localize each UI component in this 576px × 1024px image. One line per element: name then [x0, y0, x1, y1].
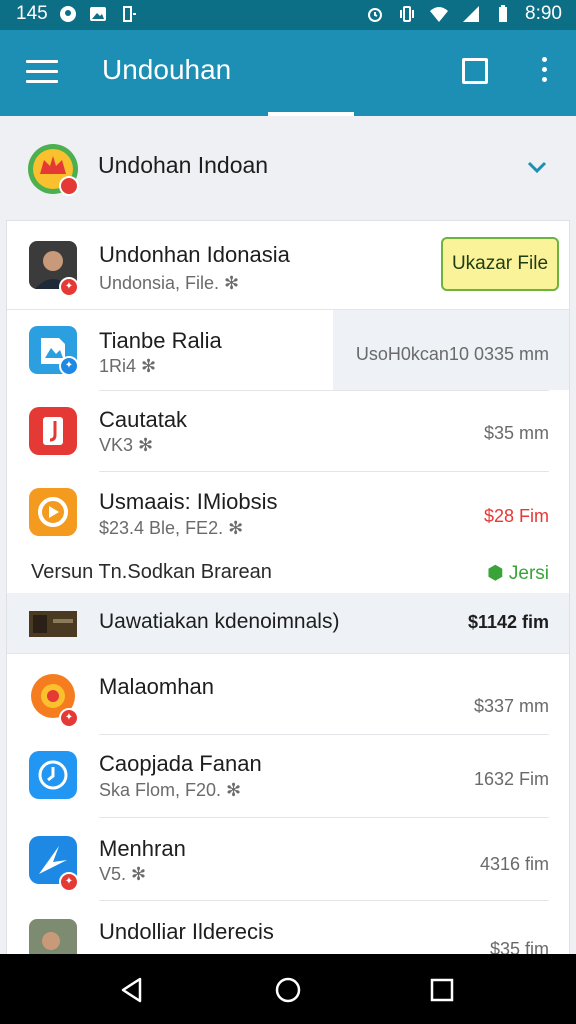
more-vert-icon[interactable]: [540, 57, 548, 87]
recents-icon[interactable]: [428, 976, 456, 1004]
list-item[interactable]: ✦ Menhran V5. ✻ 4316 fim: [7, 818, 569, 900]
version-text: Versun Tn.Sodkan Brarean: [31, 561, 272, 583]
upload-file-button[interactable]: Ukazar File: [441, 237, 559, 291]
person-photo-icon: [29, 919, 77, 955]
red-badge-icon: ✦: [59, 872, 79, 892]
item-subtitle: 1Ri4 ✻: [99, 356, 157, 376]
item-subtitle: Undonsia, File. ✻: [99, 273, 240, 293]
item-value: $28 Fim: [483, 506, 549, 526]
item-title: Uawatiakan kdenoimnals): [99, 610, 340, 633]
account-logo-icon: [28, 144, 79, 196]
version-value-label: Jersi: [508, 563, 549, 584]
menu-icon[interactable]: [26, 60, 58, 86]
list-item[interactable]: Undolliar Ilderecis $35 fim: [7, 901, 569, 955]
item-title: Menhran: [99, 836, 186, 861]
item-subtitle: VK3 ✻: [99, 435, 154, 455]
item-value: $1142 fim: [467, 612, 549, 632]
image-notification-icon: [89, 7, 106, 21]
orange-app-icon: [29, 488, 77, 536]
shield-check-icon: ⬢: [487, 563, 504, 584]
list-item[interactable]: Cautatak VK3 ✻ $35 mm: [7, 391, 569, 471]
item-subtitle: $23.4 Ble, FE2. ✻: [99, 518, 244, 538]
battery-icon: [499, 5, 508, 22]
version-value: ⬢ Jersi: [487, 562, 549, 585]
version-row: Versun Tn.Sodkan Brarean ⬢ Jersi: [7, 558, 569, 592]
item-value: $35 mm: [483, 423, 549, 443]
list-item[interactable]: Caopjada Fanan Ska Flom, F20. ✻ 1632 Fim: [7, 735, 569, 817]
navigation-bar: [0, 954, 576, 1024]
item-title: Cautatak: [99, 407, 188, 432]
item-title: Malaomhan: [99, 674, 214, 699]
back-icon[interactable]: [118, 976, 146, 1004]
item-title: Tianbe Ralia: [99, 328, 222, 353]
red-badge-icon: ✦: [59, 708, 79, 728]
list-item[interactable]: ✦ Tianbe Ralia 1Ri4 ✻ UsoH0kcan10 0335 m…: [7, 310, 569, 390]
wifi-icon: [430, 7, 449, 22]
status-time: 8:90: [525, 3, 562, 24]
battery-notification-icon: [122, 6, 136, 22]
file-list: ✦ Undonhan Idonasia Undonsia, File. ✻ Uk…: [6, 220, 570, 956]
alarm-icon: [368, 8, 383, 22]
square-icon[interactable]: [462, 58, 488, 84]
item-title: Undonhan Idonasia: [99, 242, 290, 267]
list-item[interactable]: ✦ Undonhan Idonasia Undonsia, File. ✻ Uk…: [7, 221, 569, 309]
item-subtitle: Ska Flom, F20. ✻: [99, 780, 242, 800]
item-value: UsoH0kcan10 0335 mm: [355, 344, 549, 364]
blue-badge-icon: ✦: [59, 356, 79, 376]
account-header[interactable]: Undohan Indoan: [0, 116, 576, 216]
item-subtitle: V5. ✻: [99, 864, 147, 884]
red-j-app-icon: [29, 407, 77, 455]
circle-notification-icon: [59, 6, 76, 22]
item-value: 1632 Fim: [473, 769, 549, 789]
status-left-text: 145: [16, 3, 48, 24]
list-item[interactable]: ✦ Malaomhan $337 mm: [7, 654, 569, 734]
signal-icon: [463, 6, 480, 22]
item-value: 4316 fim: [479, 854, 549, 874]
list-item[interactable]: Uawatiakan kdenoimnals) $1142 fim: [7, 593, 569, 653]
list-item[interactable]: Usmaais: IMiobsis $23.4 Ble, FE2. ✻ $28 …: [7, 472, 569, 558]
blue-clock-app-icon: [29, 751, 77, 799]
red-badge-icon: ✦: [59, 277, 79, 297]
item-value: $337 mm: [473, 696, 549, 716]
item-title: Caopjada Fanan: [99, 751, 262, 776]
account-name: Undohan Indoan: [98, 152, 269, 178]
app-bar: Undouhan: [0, 30, 576, 116]
status-bar: 145 8:90: [0, 0, 576, 30]
home-icon[interactable]: [274, 976, 302, 1004]
chevron-down-icon[interactable]: [526, 156, 548, 178]
vibrate-icon: [400, 6, 415, 22]
app-title: Undouhan: [102, 54, 232, 85]
thumbnail-icon: [29, 611, 77, 637]
item-title: Usmaais: IMiobsis: [99, 489, 278, 514]
item-title: Undolliar Ilderecis: [99, 919, 274, 944]
